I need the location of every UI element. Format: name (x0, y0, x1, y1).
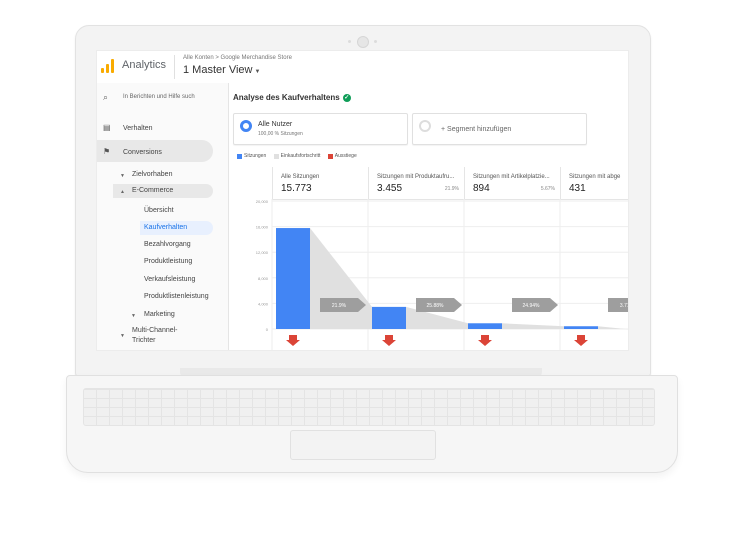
segment-subtitle: 100,00 % Sitzungen (258, 131, 303, 137)
segment-name: Alle Nutzer (258, 121, 293, 128)
column-label: Sitzungen mit Produktaufru... (377, 174, 455, 180)
exit-arrow (574, 335, 588, 346)
sidebar-item-produktlistenleistung[interactable]: Produktlistenleistung (144, 293, 209, 300)
legend-label: Einkaufsfortschritt (280, 153, 321, 159)
segment-ring-icon (240, 120, 252, 132)
sidebar-item-verhalten[interactable]: Verhalten (123, 125, 153, 132)
main-content: Analyse des Kaufverhaltens ✓ Alle Nutzer … (229, 83, 628, 350)
column-pct: 5.67% (540, 186, 555, 192)
exit-arrow (478, 335, 492, 346)
conversion-label: 25.88% (427, 303, 445, 309)
sidebar-item-trichter[interactable]: Trichter (132, 337, 155, 344)
sidebar-item-kaufverhalten[interactable]: Kaufverhalten (144, 224, 187, 231)
funnel-bar (468, 323, 502, 329)
funnel-chart: 20,000 16,000 12,000 8,000 4,000 0 21.9% 25.88%… (256, 199, 628, 350)
laptop-screen: Analytics Alle Konten > Google Merchandi… (96, 50, 629, 351)
sidebar-item-zielvorhaben[interactable]: Zielvorhaben (132, 171, 172, 178)
legend-label: Ausstiege (334, 153, 357, 159)
sidebar-item-conversions[interactable]: Conversions (123, 149, 162, 156)
funnel-bar (372, 306, 406, 329)
conversion-label: 3.71% (620, 303, 628, 309)
y-tick-label: 12,000 (256, 250, 269, 255)
triangle-right-icon[interactable]: ▼ (120, 173, 125, 179)
y-tick-label: 4,000 (258, 301, 269, 306)
top-bar: Analytics Alle Konten > Google Merchandi… (97, 51, 628, 84)
triangle-right-icon[interactable]: ▼ (120, 333, 125, 339)
column-value: 15.773 (281, 183, 312, 194)
column-value: 431 (569, 183, 586, 194)
legend-swatch (237, 153, 242, 159)
add-segment-label: + Segment hinzufügen (441, 126, 512, 133)
add-segment-button[interactable]: + Segment hinzufügen (412, 113, 587, 145)
y-tick-label: 8,000 (258, 276, 269, 281)
sidebar-item-multichannel[interactable]: Multi-Channel- (132, 327, 178, 334)
progress-area (502, 323, 564, 329)
segment-card-all-users[interactable]: Alle Nutzer 100,00 % Sitzungen (233, 113, 408, 145)
sensor-dot (374, 40, 377, 43)
legend-swatch (327, 153, 333, 159)
triangle-down-icon[interactable]: ▲ (120, 189, 125, 195)
chart-legend: Sitzungen Einkaufsfortschritt Ausstiege (237, 153, 363, 159)
flag-icon: ⚑ (103, 147, 111, 156)
y-tick-label: 16,000 (256, 225, 269, 230)
page-title: Analyse des Kaufverhaltens ✓ (233, 93, 351, 102)
column-header[interactable]: Sitzungen mit Produktaufru... 3.455 21.9… (368, 167, 465, 200)
sidebar-item-marketing[interactable]: Marketing (144, 311, 175, 318)
legend-label: Sitzungen (244, 153, 267, 159)
column-header[interactable]: Sitzungen mit abge 431 (560, 167, 628, 200)
legend-swatch (273, 153, 279, 159)
divider (174, 55, 175, 79)
analytics-logo-icon (101, 59, 115, 73)
search-input[interactable]: In Berichten und Hilfe such (123, 94, 195, 100)
app-title: Analytics (122, 59, 167, 71)
y-tick-label: 20,000 (256, 199, 269, 204)
progress-area (598, 326, 628, 330)
view-selector[interactable]: 1 Master View ▼ (183, 64, 260, 76)
search-icon[interactable]: ⌕ (103, 92, 108, 103)
column-value: 894 (473, 183, 490, 194)
empty-segment-ring-icon (419, 120, 431, 132)
column-value: 3.455 (377, 183, 403, 194)
column-label: Sitzungen mit Artikelplatzie... (473, 174, 550, 180)
sidebar-item-produktleistung[interactable]: Produktleistung (144, 258, 192, 265)
column-pct: 21.9% (444, 186, 459, 192)
column-header[interactable]: Sitzungen mit Artikelplatzie... 894 5.67… (464, 167, 561, 200)
exit-arrow (286, 335, 300, 346)
caret-down-icon: ▼ (254, 69, 261, 75)
touchpad (290, 430, 436, 460)
sidebar-item-ecommerce[interactable]: E-Commerce (132, 187, 173, 194)
column-header[interactable]: Alle Sitzungen 15.773 (272, 167, 369, 200)
triangle-right-icon[interactable]: ▼ (131, 313, 136, 319)
keyboard (83, 388, 655, 426)
sidebar: ⌕ In Berichten und Hilfe such ▤ Verhalte… (97, 83, 229, 350)
view-name: 1 Master View (183, 64, 253, 76)
breadcrumb[interactable]: Alle Konten > Google Merchandise Store (183, 55, 292, 61)
conversion-label: 21.9% (332, 303, 347, 309)
exit-arrow (382, 335, 396, 346)
conversion-label: 24.94% (523, 303, 541, 309)
verified-check-icon: ✓ (342, 93, 351, 102)
sidebar-item-uebersicht[interactable]: Übersicht (144, 207, 174, 214)
page-title-text: Analyse des Kaufverhaltens (233, 93, 340, 102)
funnel-bar (276, 228, 310, 329)
y-tick-label: 0 (266, 327, 269, 332)
sidebar-item-bezahlvorgang[interactable]: Bezahlvorgang (144, 241, 191, 248)
sensor-dot (348, 40, 351, 43)
funnel-bar (564, 326, 598, 329)
sidebar-item-verkaufsleistung[interactable]: Verkaufsleistung (144, 276, 195, 283)
column-label: Alle Sitzungen (281, 174, 320, 180)
column-label: Sitzungen mit abge (569, 174, 621, 180)
progress-area (310, 228, 372, 329)
behavior-icon: ▤ (103, 123, 111, 132)
webcam (357, 36, 369, 48)
